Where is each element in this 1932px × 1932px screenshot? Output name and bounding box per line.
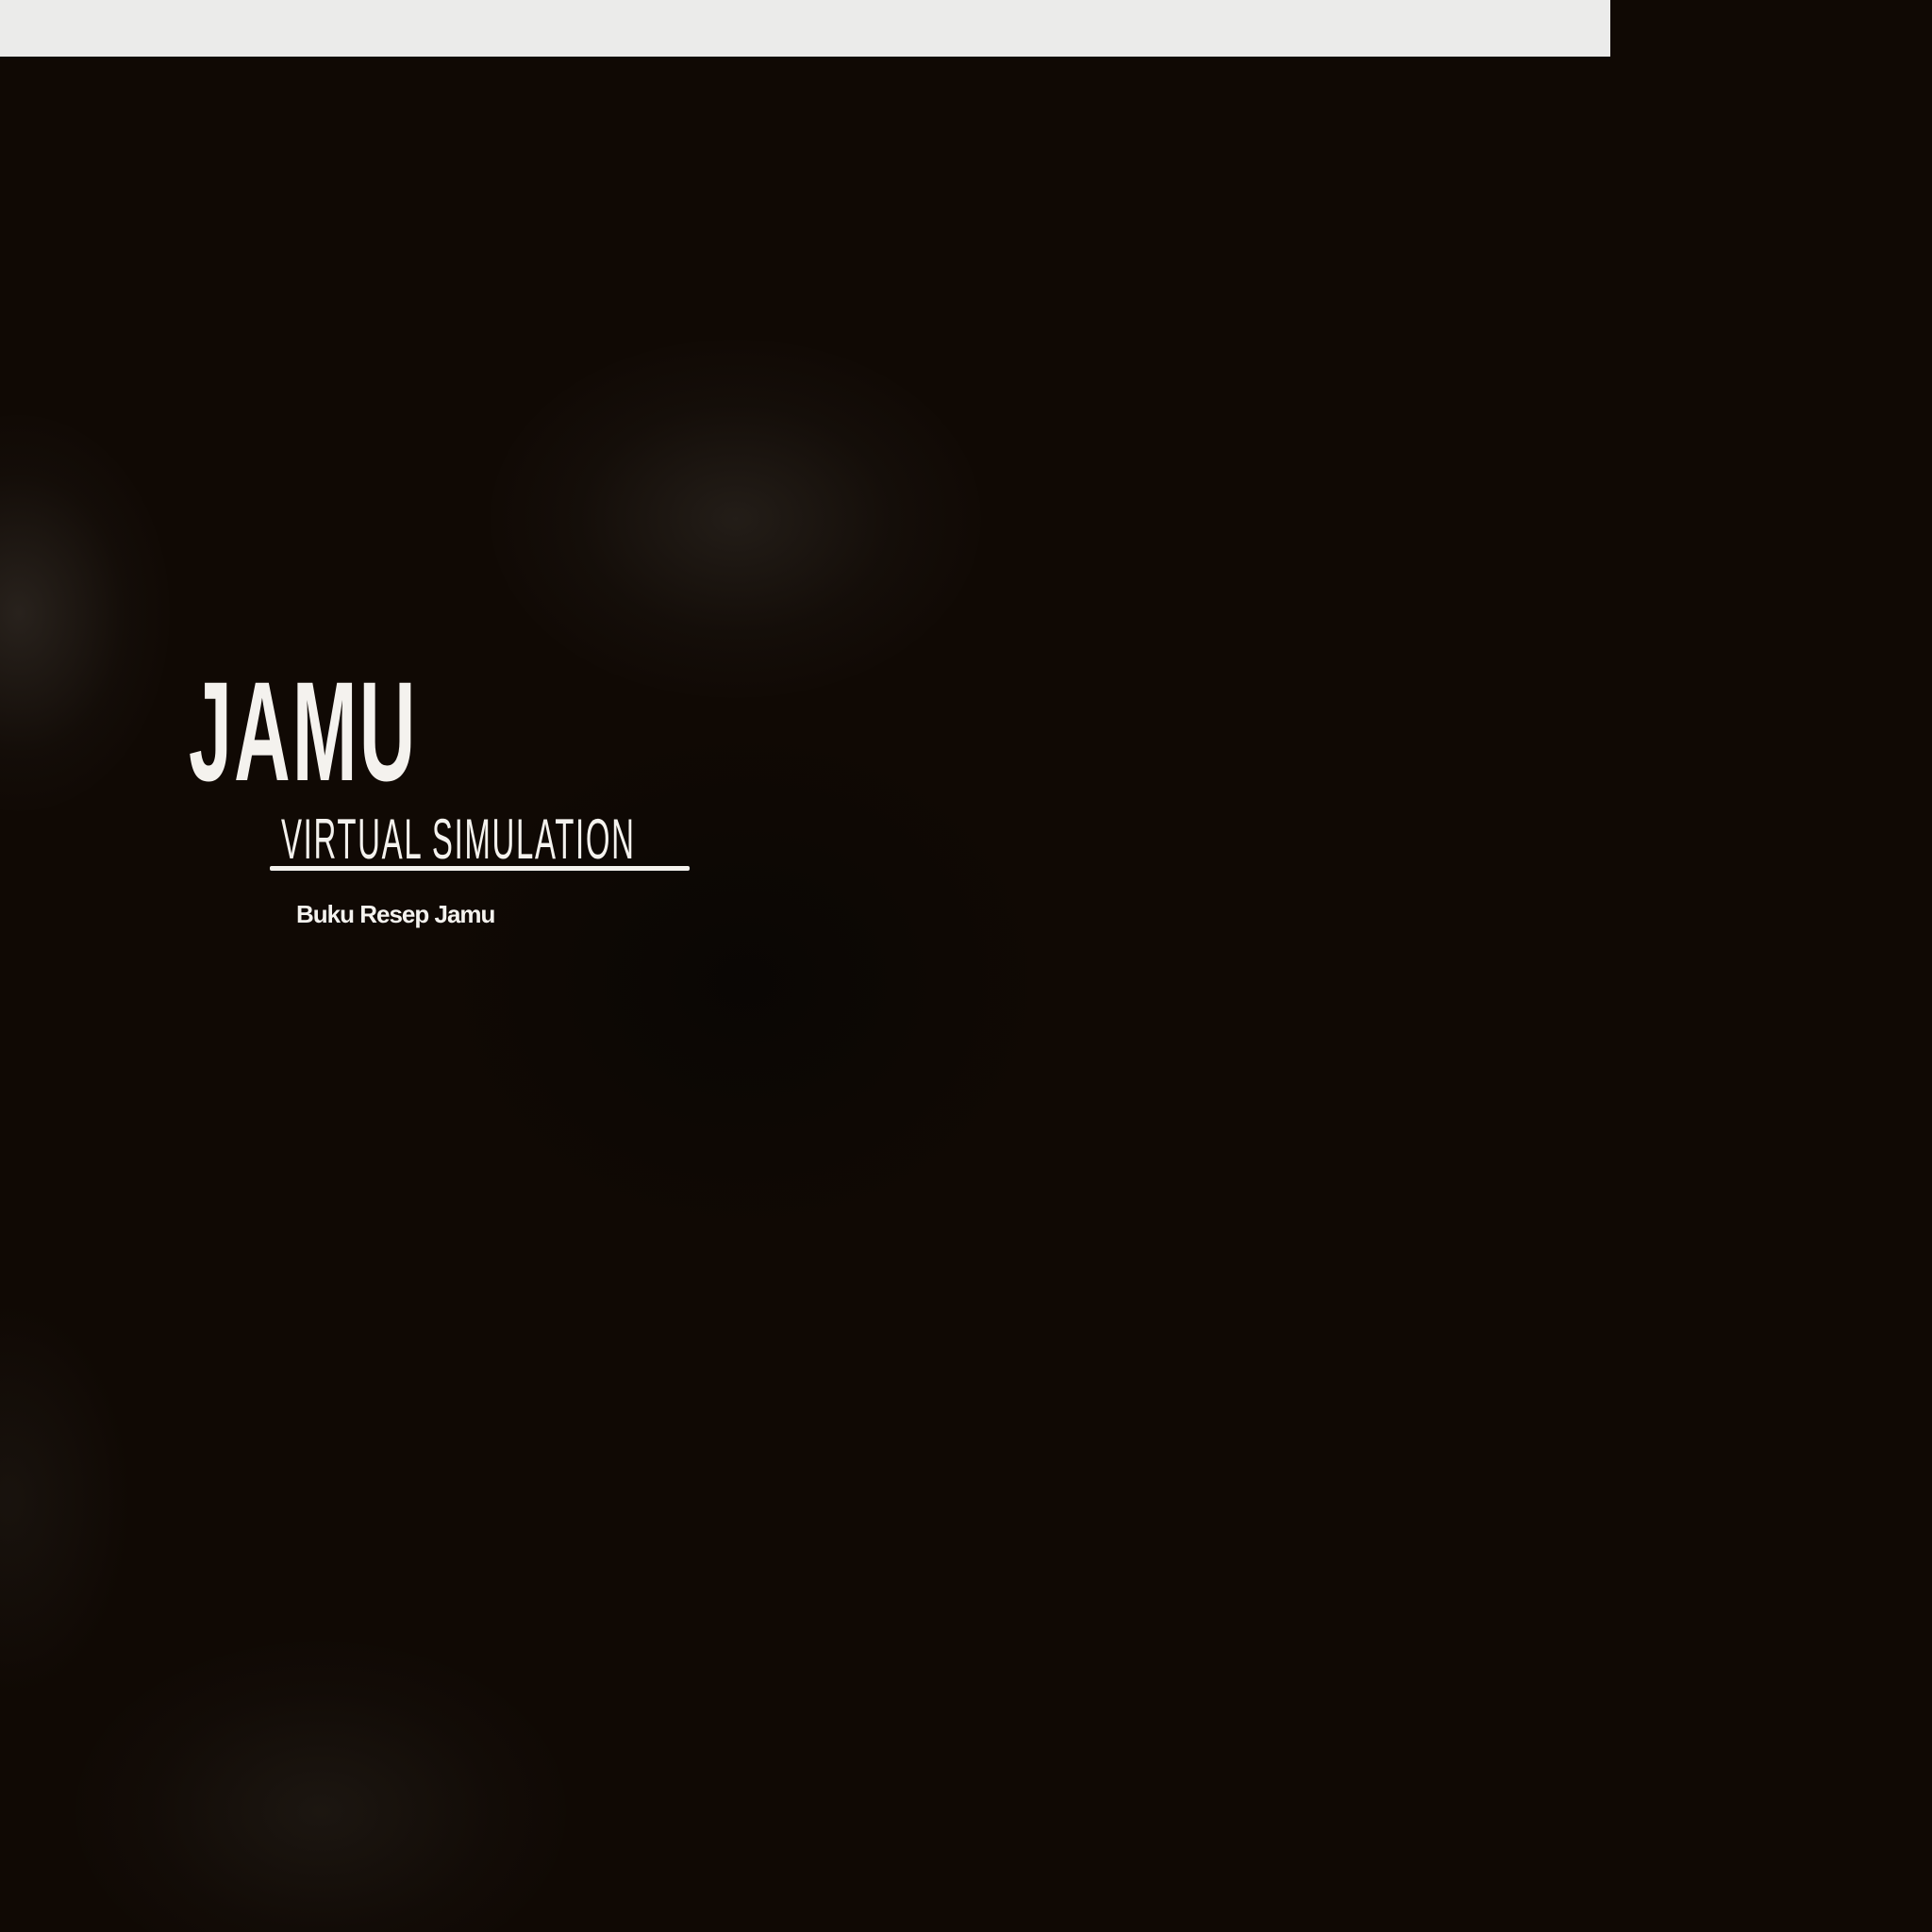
smoke-texture <box>0 1302 132 1698</box>
smoke-texture <box>75 1641 566 1932</box>
logo-subtitle: VIRTUAL SIMULATION <box>281 808 636 871</box>
game-title-screen: JAMU VIRTUAL SIMULATION Buku Resep Jamu <box>0 0 1932 1932</box>
smoke-texture <box>0 415 170 811</box>
smoke-texture <box>491 340 981 698</box>
logo-title: JAMU <box>189 652 418 810</box>
logo-underline <box>270 866 690 871</box>
game-logo: JAMU VIRTUAL SIMULATION Buku Resep Jamu <box>189 660 717 972</box>
recipe-book-button[interactable]: Buku Resep Jamu <box>296 902 495 926</box>
top-bar <box>0 0 1610 57</box>
